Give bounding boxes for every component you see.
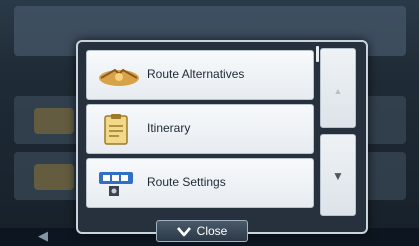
menu-item-label: Route Settings	[147, 175, 226, 189]
scroll-indicator	[316, 46, 319, 62]
itinerary-icon	[97, 114, 141, 146]
route-menu-popup: Route Alternatives Itinerary Route Setti…	[76, 40, 368, 242]
chevron-down-icon: ▼	[332, 169, 344, 183]
scroll-up-button[interactable]: ▲	[320, 48, 356, 128]
menu-item-label: Route Alternatives	[147, 67, 245, 81]
menu-item-label: Itinerary	[147, 121, 191, 135]
background-row-icon	[34, 164, 74, 190]
route-settings-icon	[97, 168, 141, 200]
close-label: Close	[196, 224, 228, 238]
scroll-down-button[interactable]: ▼	[320, 134, 356, 216]
close-button[interactable]: Close	[156, 220, 248, 242]
chevron-down-icon	[176, 226, 191, 237]
back-arrow-icon: ◀	[38, 228, 48, 243]
scrollbar[interactable]: ▲ ▼	[320, 48, 356, 216]
chevron-up-icon: ▲	[333, 86, 343, 96]
menu-item-itinerary[interactable]: Itinerary	[86, 104, 314, 154]
route-alternatives-icon	[97, 60, 141, 92]
background-row-icon	[34, 108, 74, 134]
menu-item-route-settings[interactable]: Route Settings	[86, 158, 314, 208]
menu-item-route-alternatives[interactable]: Route Alternatives	[86, 50, 314, 100]
